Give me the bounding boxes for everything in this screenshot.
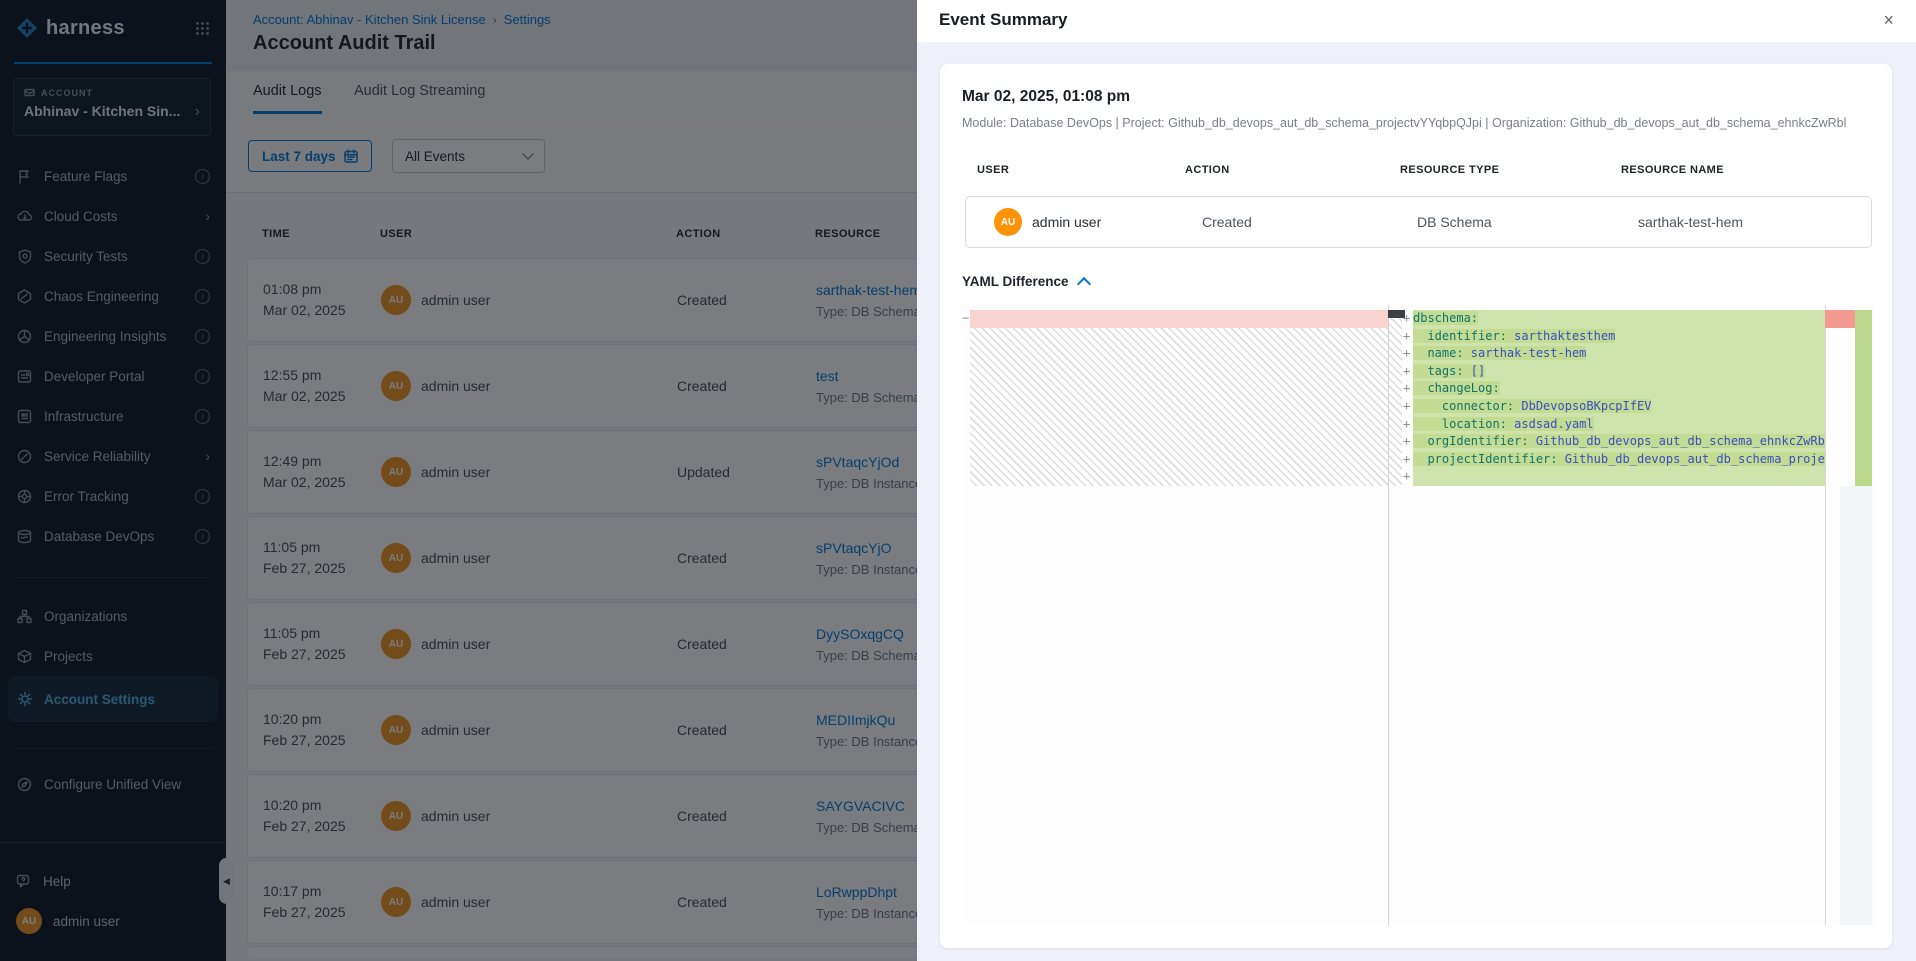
close-icon[interactable]: × bbox=[1877, 8, 1900, 33]
drawer-title: Event Summary bbox=[939, 10, 1068, 30]
diff-overview-added-bar bbox=[1855, 310, 1872, 486]
diff-overview-removed-mark bbox=[1825, 310, 1855, 328]
drawer-header: Event Summary × bbox=[917, 0, 1916, 42]
yaml-diff-viewer: − + + + + + + + + + bbox=[962, 305, 1875, 925]
col-resource-name: RESOURCE NAME bbox=[1621, 164, 1892, 176]
removed-line-marker: − bbox=[962, 311, 969, 325]
yaml-line: orgIdentifier: Github_db_devops_aut_db_s… bbox=[1413, 433, 1825, 451]
event-timestamp: Mar 02, 2025, 01:08 pm bbox=[962, 88, 1130, 106]
diff-right-gutter-filler bbox=[1389, 318, 1402, 486]
col-resource-type: RESOURCE TYPE bbox=[1400, 164, 1621, 176]
diff-removed-line bbox=[970, 310, 1388, 328]
diff-scroll-gutter[interactable] bbox=[1840, 486, 1872, 925]
event-table-header: USER ACTION RESOURCE TYPE RESOURCE NAME bbox=[940, 164, 1892, 176]
avatar: AU bbox=[994, 208, 1022, 236]
event-action: Created bbox=[1202, 214, 1417, 230]
yaml-line: tags: [] bbox=[1413, 363, 1825, 381]
yaml-line: location: asdsad.yaml bbox=[1413, 416, 1825, 434]
event-card: Mar 02, 2025, 01:08 pm Module: Database … bbox=[940, 64, 1892, 948]
diff-added-lines: dbschema: identifier: sarthaktesthem nam… bbox=[1413, 310, 1825, 486]
event-summary-drawer: Event Summary × Mar 02, 2025, 01:08 pm M… bbox=[917, 0, 1916, 961]
col-action: ACTION bbox=[1185, 164, 1400, 176]
event-meta: Module: Database DevOps | Project: Githu… bbox=[962, 116, 1872, 130]
col-user: USER bbox=[977, 164, 1185, 176]
yaml-line-empty bbox=[1413, 468, 1825, 486]
yaml-line: identifier: sarthaktesthem bbox=[1413, 328, 1825, 346]
chevron-up-icon bbox=[1076, 276, 1090, 290]
yaml-line: projectIdentifier: Github_db_devops_aut_… bbox=[1413, 451, 1825, 469]
drawer-body: Mar 02, 2025, 01:08 pm Module: Database … bbox=[917, 42, 1916, 961]
diff-left-empty-filler bbox=[970, 328, 1388, 486]
yaml-difference-toggle[interactable]: YAML Difference bbox=[962, 274, 1089, 289]
yaml-line: name: sarthak-test-hem bbox=[1413, 345, 1825, 363]
added-line-markers: + + + + + + + + + + bbox=[1403, 310, 1413, 486]
event-table-row: AU admin user Created DB Schema sarthak-… bbox=[965, 196, 1872, 248]
yaml-line: dbschema: bbox=[1413, 310, 1825, 328]
app-window: harness ACCOUNT Abhinav - Kitchen Sin...… bbox=[0, 0, 1916, 961]
yaml-line: changeLog: bbox=[1413, 380, 1825, 398]
event-resource-type: DB Schema bbox=[1417, 214, 1638, 230]
yaml-line: connector: DbDevopsoBKpcpIfEV bbox=[1413, 398, 1825, 416]
event-resource-name: sarthak-test-hem bbox=[1638, 214, 1871, 230]
